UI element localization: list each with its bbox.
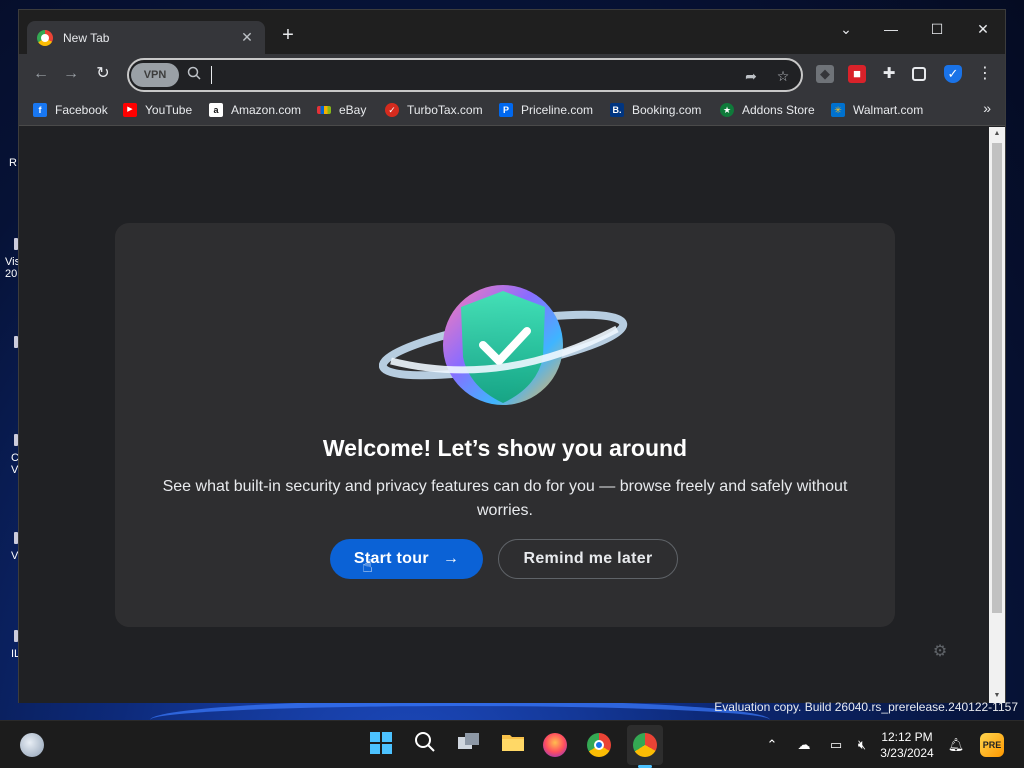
avast-browser-icon[interactable] [627, 725, 663, 765]
turbotax-icon: ✓ [385, 103, 399, 117]
bookmark-label: Addons Store [742, 103, 815, 117]
clock-date: 3/23/2024 [880, 746, 934, 760]
bookmark-label: Amazon.com [231, 103, 302, 117]
browser-window: New Tab ✕ + ⌄ — ☐ ✕ ← → ↻ VPN ➦ ☆ ◆ ■ ✚ … [18, 9, 1006, 703]
welcome-title: Welcome! Let’s show you around [322, 435, 688, 461]
volume-muted-icon[interactable]: 🔇︎ [852, 735, 872, 755]
bookmark-facebook[interactable]: f Facebook [33, 100, 108, 120]
start-icon[interactable] [367, 731, 395, 759]
security-planet-illustration [378, 279, 629, 415]
bookmark-label: eBay [339, 103, 367, 117]
forward-arrow-icon[interactable]: → [59, 62, 83, 86]
bookmark-booking[interactable]: B. Booking.com [610, 100, 701, 120]
sidepanel-icon[interactable] [912, 67, 926, 81]
priceline-icon: P [499, 103, 513, 117]
bookmark-turbotax[interactable]: ✓ TurboTax.com [385, 100, 483, 120]
task-view-icon[interactable] [455, 731, 483, 759]
text-caret [211, 66, 212, 84]
bookmark-label: Walmart.com [853, 103, 924, 117]
chrome-center-icon [594, 740, 604, 750]
bookmark-label: Booking.com [632, 103, 702, 117]
new-tab-page: Welcome! Let’s show you around See what … [19, 127, 990, 703]
vpn-label: VPN [143, 69, 167, 81]
facebook-icon: f [33, 103, 47, 117]
chevron-up-icon[interactable]: ⌃ [762, 735, 782, 755]
browser-favicon-icon [37, 29, 53, 46]
bookmarks-bar: f Facebook ▶ YouTube a Amazon.com eBay ✓… [19, 94, 1005, 126]
minimize-button[interactable]: — [869, 16, 913, 42]
bookmark-label: TurboTax.com [407, 103, 483, 117]
bookmark-ebay[interactable]: eBay [317, 100, 366, 120]
welcome-card: Welcome! Let’s show you around See what … [115, 223, 895, 627]
booking-icon: B. [610, 103, 624, 117]
vpn-toggle[interactable]: VPN [131, 63, 179, 87]
tab-new-tab[interactable]: New Tab ✕ [27, 21, 265, 54]
bookmark-priceline[interactable]: P Priceline.com [499, 100, 593, 120]
onedrive-icon[interactable]: ☁ [794, 735, 814, 755]
file-explorer-icon[interactable] [499, 731, 527, 759]
extension-icon-red[interactable]: ■ [848, 65, 866, 83]
share-icon[interactable]: ➦ [741, 66, 761, 86]
copilot-pre-icon[interactable]: PRE [980, 733, 1004, 757]
vertical-scrollbar[interactable]: ▲ ▼ [989, 127, 1005, 703]
avast-logo-icon [633, 733, 657, 757]
more-bookmarks-chevron-icon[interactable]: » [983, 100, 991, 116]
back-arrow-icon[interactable]: ← [29, 62, 53, 86]
network-icon[interactable]: ▭ [826, 735, 846, 755]
clock-time: 12:12 PM [881, 730, 933, 744]
close-window-button[interactable]: ✕ [961, 16, 1005, 42]
bookmark-label: Priceline.com [521, 103, 594, 117]
addons-store-icon: ★ [720, 103, 734, 117]
puzzle-icon[interactable]: ✚ [880, 65, 898, 83]
walmart-icon: ✳ [831, 103, 845, 117]
bookmark-youtube[interactable]: ▶ YouTube [123, 100, 192, 120]
bookmark-walmart[interactable]: ✳ Walmart.com [831, 100, 923, 120]
scrollbar-thumb[interactable] [992, 143, 1002, 613]
address-bar[interactable]: VPN ➦ ☆ [127, 58, 803, 92]
menu-icon[interactable]: ⋮ [976, 65, 994, 83]
chrome-icon[interactable] [587, 733, 611, 757]
bookmark-amazon[interactable]: a Amazon.com [209, 100, 301, 120]
weather-widget-icon[interactable] [20, 733, 44, 757]
toolbar: ← → ↻ VPN ➦ ☆ ◆ ■ ✚ ✓ ⋮ [19, 54, 1005, 94]
desktop-label-fragment: R [9, 157, 17, 169]
scroll-up-arrow-icon[interactable]: ▲ [989, 127, 1005, 141]
bookmark-label: YouTube [145, 103, 193, 117]
arrow-right-icon: → [442, 550, 460, 567]
search-icon[interactable] [411, 731, 439, 759]
search-icon [187, 66, 203, 82]
hand-cursor-icon: ☝ [362, 556, 373, 576]
bookmark-addons-store[interactable]: ★ Addons Store [720, 100, 815, 120]
taskbar: ⌃ ☁ ▭ 🔇︎ 12:12 PM 3/23/2024 🔔︎ PRE [0, 720, 1024, 768]
bookmark-label: Facebook [55, 103, 108, 117]
welcome-subtitle: See what built-in security and privacy f… [162, 478, 848, 519]
ebay-icon [317, 106, 331, 114]
new-tab-button[interactable]: + [276, 24, 300, 48]
system-clock[interactable]: 12:12 PM 3/23/2024 [872, 729, 942, 761]
close-icon[interactable]: ✕ [239, 29, 255, 46]
evaluation-watermark: Evaluation copy. Build 26040.rs_prerelea… [714, 700, 1018, 714]
star-icon[interactable]: ☆ [773, 66, 793, 86]
extension-icon-gray[interactable]: ◆ [816, 65, 834, 83]
remind-me-later-label: Remind me later [523, 550, 653, 567]
reload-icon[interactable]: ↻ [91, 62, 115, 86]
shield-icon[interactable]: ✓ [944, 65, 962, 83]
bell-icon[interactable]: 🔔︎ [946, 735, 966, 755]
youtube-icon: ▶ [123, 103, 137, 117]
amazon-icon: a [209, 103, 223, 117]
title-bar: New Tab ✕ + ⌄ — ☐ ✕ [19, 10, 1005, 54]
maximize-button[interactable]: ☐ [915, 16, 959, 42]
tab-title: New Tab [63, 30, 110, 45]
remind-me-later-button[interactable]: Remind me later [498, 539, 678, 579]
tab-search-dropdown-button[interactable]: ⌄ [824, 16, 868, 42]
gear-icon[interactable]: ⚙ [931, 643, 949, 661]
start-tour-button[interactable]: Start tour → [330, 539, 483, 579]
firefox-icon[interactable] [543, 733, 567, 757]
